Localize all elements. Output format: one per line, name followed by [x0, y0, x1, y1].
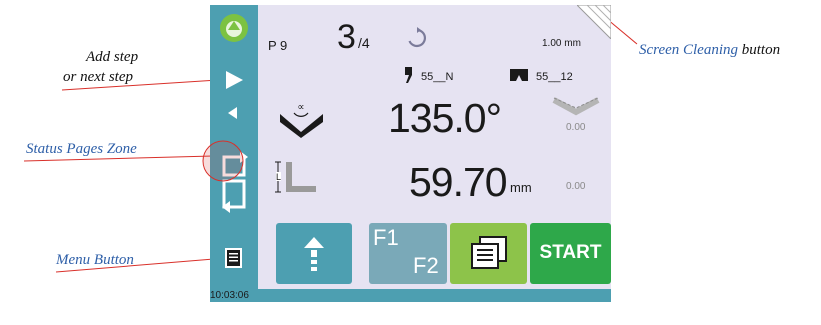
svg-text:∝: ∝	[297, 102, 304, 113]
die-name: 55__12	[536, 71, 573, 83]
step-total: /4	[358, 35, 370, 51]
length-unit: mm	[510, 180, 532, 195]
pages-button[interactable]	[450, 223, 527, 284]
menu-button[interactable]	[223, 246, 245, 270]
left-arrow-icon	[228, 107, 237, 119]
screen-cleaning-button[interactable]	[577, 5, 611, 39]
sheet-thickness: 1.00 mm	[542, 38, 581, 49]
punch-name: 55__N	[421, 71, 454, 83]
sidebar	[202, 5, 258, 302]
up-arrow-icon	[304, 237, 324, 271]
play-arrow-icon	[226, 71, 243, 89]
f2-label: F2	[413, 253, 439, 278]
start-button[interactable]: START	[530, 223, 611, 284]
punch-icon	[405, 67, 412, 83]
next-step-button[interactable]	[223, 69, 245, 91]
program-number: P 9	[268, 38, 288, 53]
annotation-line-status-pages	[23, 155, 214, 162]
start-label: START	[539, 242, 602, 263]
step-up-button[interactable]	[276, 223, 352, 284]
length-correction: 0.00	[566, 181, 586, 192]
angle-value: 135.0°	[388, 95, 502, 141]
document-menu-icon	[225, 248, 242, 268]
f1-label: F1	[373, 225, 399, 250]
clock-time: 10:03:06	[210, 290, 249, 301]
annotation-line-menu	[55, 257, 227, 273]
annotation-line-add-step	[61, 79, 219, 91]
pages-icon	[471, 236, 507, 269]
previous-step-button[interactable]	[226, 105, 240, 121]
die-icon	[510, 69, 528, 81]
flange-length-icon: L	[275, 161, 316, 193]
function-keys-button[interactable]: F1 F2	[369, 223, 447, 284]
step-current: 3	[337, 18, 356, 56]
status-led-icon	[220, 14, 248, 42]
angle-correction: 0.00	[566, 122, 586, 133]
status-pages-highlight	[202, 140, 244, 182]
angle-correction-icon	[552, 97, 600, 116]
svg-text:L: L	[276, 172, 281, 182]
bend-angle-icon: ∝	[280, 102, 323, 138]
cycle-icon	[408, 27, 426, 48]
status-bar	[258, 289, 611, 302]
annotation-line-screen-cleaning	[606, 18, 638, 45]
length-value: 59.70	[409, 159, 508, 205]
